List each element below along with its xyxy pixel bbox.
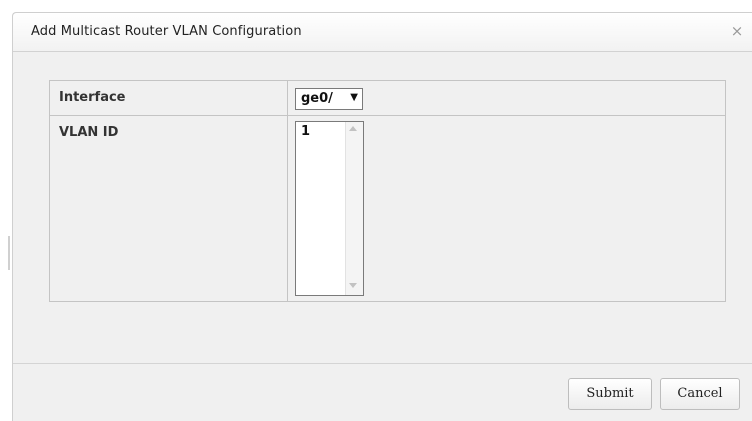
scroll-up-arrow-icon[interactable]: [349, 126, 357, 131]
submit-button[interactable]: Submit: [568, 378, 652, 410]
window-edge: [8, 236, 10, 270]
dialog-titlebar: Add Multicast Router VLAN Configuration …: [13, 13, 752, 52]
chevron-down-icon: ▼: [350, 92, 358, 103]
close-icon[interactable]: ×: [728, 22, 746, 40]
interface-select-value: ge0/: [301, 91, 333, 106]
interface-label: Interface: [59, 90, 126, 105]
column-divider: [287, 81, 288, 301]
vlan-list-scrollbar[interactable]: [345, 122, 363, 295]
row-divider: [50, 115, 725, 116]
cancel-button[interactable]: Cancel: [660, 378, 740, 410]
add-multicast-router-vlan-dialog: Add Multicast Router VLAN Configuration …: [12, 12, 752, 421]
vlan-id-listbox[interactable]: 1: [295, 121, 364, 296]
interface-select[interactable]: ge0/ ▼: [295, 88, 363, 110]
scroll-down-arrow-icon[interactable]: [349, 283, 357, 288]
vlan-id-option[interactable]: 1: [301, 124, 310, 139]
vlan-id-label: VLAN ID: [59, 125, 119, 140]
dialog-title: Add Multicast Router VLAN Configuration: [31, 24, 302, 39]
footer-divider: [13, 363, 752, 364]
config-form-table: Interface ge0/ ▼ VLAN ID 1: [49, 80, 726, 302]
